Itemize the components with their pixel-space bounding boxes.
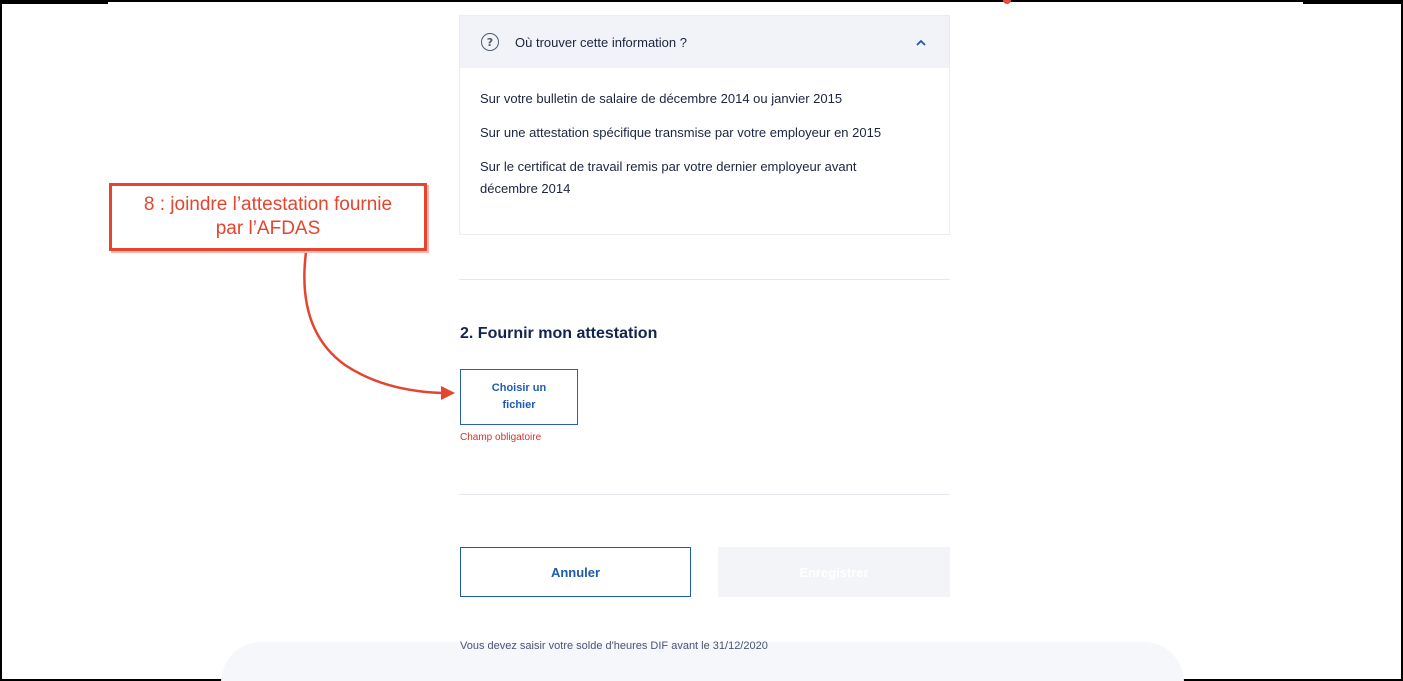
required-field-error: Champ obligatoire [460,432,542,443]
top-border [108,0,1303,2]
annotation-line-1: 8 : joindre l’attestation fournie [143,194,393,215]
annotation-callout: 8 : joindre l’attestation fournie par l’… [109,183,427,251]
actions-divider [459,494,950,495]
accordion-title: Où trouver cette information ? [515,34,687,50]
info-line-payslip: Sur votre bulletin de salaire de décembr… [480,91,843,106]
annotation-line-2: par l’AFDAS [215,218,321,239]
info-line-work-certificate: Sur le certificat de travail remis par v… [480,159,857,196]
accordion-header[interactable]: ? Où trouver cette information ? [460,16,949,68]
choose-file-button[interactable]: Choisir un fichier [460,369,578,425]
top-border-right [1303,0,1403,4]
deadline-notice: Vous devez saisir votre solde d'heures D… [460,640,768,652]
top-border-left [0,0,108,4]
save-button-disabled[interactable]: Enregistrer [718,547,950,597]
info-accordion: ? Où trouver cette information ? Sur vot… [459,15,950,235]
section-title: 2. Fournir mon attestation [460,325,658,342]
info-line-employer-attestation: Sur une attestation spécifique transmise… [480,125,882,140]
cancel-button[interactable]: Annuler [460,547,691,597]
accordion-body: Sur votre bulletin de salaire de décembr… [460,68,949,200]
chevron-up-icon[interactable] [915,36,927,48]
section-divider [459,279,950,280]
question-circle-icon: ? [481,33,499,51]
